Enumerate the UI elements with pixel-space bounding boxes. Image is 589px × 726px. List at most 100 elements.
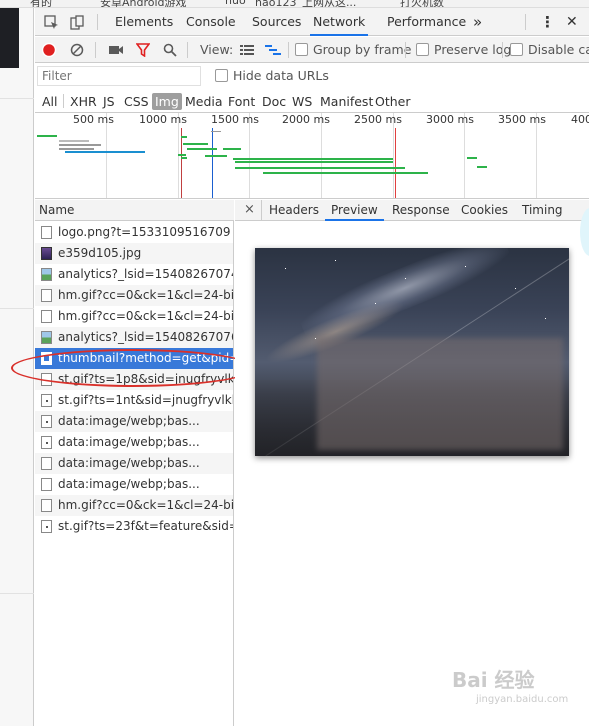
request-row[interactable]: hm.gif?cc=0&ck=1&cl=24-bit... (35, 495, 233, 516)
large-rows-icon[interactable] (238, 41, 256, 59)
network-toolbar: View: Group by frame Preserve log Disabl… (35, 37, 589, 63)
devtools-tabbar: Elements Console Sources Network Perform… (35, 8, 589, 36)
preserve-log-checkbox[interactable] (416, 43, 429, 56)
disable-cache-checkbox[interactable] (510, 43, 523, 56)
tab-headers[interactable]: Headers (269, 200, 319, 221)
tab-console[interactable]: Console (186, 8, 236, 36)
request-list: Name logo.png?t=1533109516709 e359d105.jp… (11, 200, 255, 726)
page-divider (0, 98, 34, 99)
tab-performance[interactable]: Performance (387, 8, 466, 36)
request-row[interactable]: analytics?_lsid=154082670766... (35, 327, 233, 348)
type-doc[interactable]: Doc (260, 93, 288, 110)
file-icon (41, 394, 52, 407)
waterfall-overview-icon[interactable] (264, 41, 282, 59)
load-marker (181, 128, 182, 198)
waterfall-bar (211, 131, 221, 132)
type-js[interactable]: JS (101, 93, 117, 110)
tab-response[interactable]: Response (392, 200, 450, 221)
network-overview[interactable]: 500 ms 1000 ms 1500 ms 2000 ms 2500 ms 3… (35, 113, 589, 199)
waterfall-bar (477, 166, 487, 168)
request-name: thumbnail?method=get&pid=... (58, 351, 233, 365)
type-other[interactable]: Other (373, 93, 413, 110)
inspect-element-icon[interactable] (42, 13, 60, 31)
request-row[interactable]: data:image/webp;bas... (35, 411, 233, 432)
request-detail-pane: × Headers Preview Response Cookies Timin… (235, 200, 589, 726)
tab-timing[interactable]: Timing (522, 200, 563, 221)
tab-sources[interactable]: Sources (252, 8, 301, 36)
request-row[interactable]: st.gif?ts=23f&t=feature&sid=j... (35, 516, 233, 537)
file-icon (41, 331, 52, 344)
waterfall-bar (205, 155, 227, 157)
page-divider (0, 308, 34, 309)
bookmarks-bar: 有的 安卓Android游戏 nuo hao123_上网从这... 打火机数 (0, 0, 589, 8)
type-css[interactable]: CSS (122, 93, 151, 110)
view-label: View: (200, 42, 234, 57)
request-row[interactable]: data:image/webp;bas... (35, 453, 233, 474)
request-row[interactable]: hm.gif?cc=0&ck=1&cl=24-bit... (35, 285, 233, 306)
bookmark-item[interactable]: 有的 (30, 0, 52, 7)
type-media[interactable]: Media (183, 93, 225, 110)
type-img[interactable]: Img (152, 93, 182, 110)
bookmark-item[interactable]: 安卓Android游戏 (100, 0, 187, 7)
bookmark-item[interactable]: 打火机数 (400, 0, 444, 7)
close-detail-icon[interactable]: × (244, 200, 255, 220)
tab-cookies[interactable]: Cookies (461, 200, 508, 221)
type-font[interactable]: Font (226, 93, 257, 110)
request-name: hm.gif?cc=0&ck=1&cl=24-bit... (58, 288, 233, 302)
preserve-log-label: Preserve log (434, 42, 512, 57)
file-icon (41, 226, 52, 239)
request-name: st.gif?ts=1p8&sid=jnugfryvlkk... (58, 372, 233, 386)
type-ws[interactable]: WS (290, 93, 314, 110)
search-icon[interactable] (161, 41, 179, 59)
column-header-name[interactable]: Name (35, 200, 234, 221)
divider (405, 42, 406, 58)
waterfall-bar (263, 172, 428, 174)
waterfall-bar (59, 148, 94, 150)
request-row[interactable]: data:image/webp;bas... (35, 432, 233, 453)
type-manifest[interactable]: Manifest (318, 93, 375, 110)
request-row[interactable]: logo.png?t=1533109516709 (35, 222, 233, 243)
type-xhr[interactable]: XHR (68, 93, 99, 110)
request-row[interactable]: data:image/webp;bas... (35, 474, 233, 495)
bookmark-item[interactable]: nuo (225, 0, 246, 7)
close-icon[interactable]: ✕ (566, 8, 578, 36)
waterfall-bar (223, 148, 241, 150)
request-row[interactable]: e359d105.jpg (35, 243, 233, 264)
tab-elements[interactable]: Elements (115, 8, 173, 36)
more-tabs-icon[interactable]: » (473, 8, 482, 36)
request-row[interactable]: analytics?_lsid=154082670742... (35, 264, 233, 285)
group-by-frame-checkbox[interactable] (295, 43, 308, 56)
divider (502, 42, 503, 58)
tick-label: 2000 ms (282, 113, 330, 126)
request-row[interactable]: hm.gif?cc=0&ck=1&cl=24-bit... (35, 306, 233, 327)
request-row[interactable]: thumbnail?method=get&pid=... (35, 348, 233, 369)
watermark-logo: Bai 经验 (452, 668, 535, 692)
dom-content-loaded-marker (212, 128, 213, 198)
page-content-sliver (0, 8, 34, 726)
screenshot-camera-icon[interactable] (107, 41, 125, 59)
hide-data-urls-checkbox[interactable] (215, 69, 228, 82)
bookmark-item[interactable]: hao123_上网从这... (255, 0, 356, 7)
request-name: analytics?_lsid=154082670766... (58, 330, 233, 344)
menu-icon[interactable]: ⋮ (540, 8, 555, 36)
waterfall-bar (59, 140, 89, 142)
tick-label: 3000 ms (426, 113, 474, 126)
filter-funnel-icon[interactable] (134, 41, 152, 59)
request-row[interactable]: st.gif?ts=1nt&sid=jnugfryvlkk... (35, 390, 233, 411)
request-row[interactable]: st.gif?ts=1p8&sid=jnugfryvlkk... (35, 369, 233, 390)
waterfall-bar (59, 144, 101, 146)
divider (97, 14, 98, 30)
file-icon (41, 478, 52, 491)
request-name: data:image/webp;bas... (58, 435, 200, 449)
filter-input[interactable] (37, 66, 201, 86)
waterfall-bar (235, 167, 405, 169)
device-toolbar-icon[interactable] (68, 13, 86, 31)
type-all[interactable]: All (40, 93, 60, 110)
record-icon[interactable] (40, 41, 58, 59)
clear-icon[interactable] (68, 41, 86, 59)
finish-marker (395, 128, 396, 198)
waterfall-bar (178, 154, 186, 156)
tab-preview[interactable]: Preview (325, 200, 384, 221)
tab-network[interactable]: Network (310, 8, 369, 36)
divider (288, 42, 289, 58)
